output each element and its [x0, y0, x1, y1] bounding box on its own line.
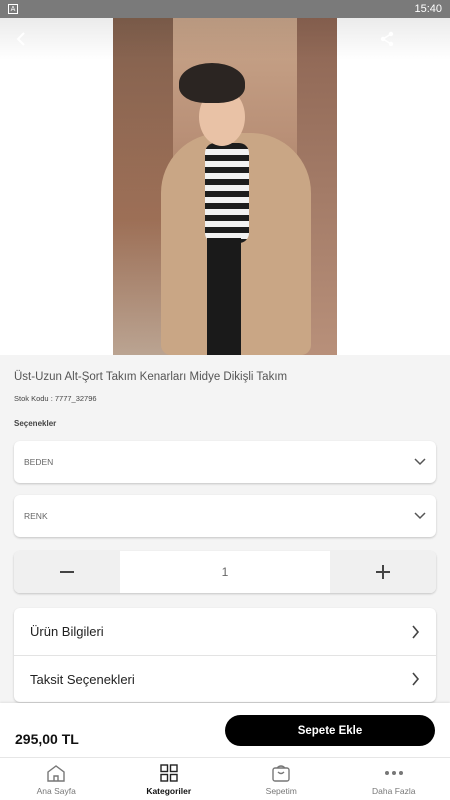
back-button[interactable]: [6, 24, 36, 54]
tab-cart[interactable]: Sepetim: [225, 758, 338, 800]
color-select[interactable]: RENK: [14, 495, 436, 537]
chevron-down-icon: [414, 458, 426, 466]
chevron-left-icon: [16, 32, 25, 46]
plus-icon: [376, 565, 390, 579]
tab-cart-label: Sepetim: [265, 786, 297, 796]
basket-icon: [271, 763, 291, 783]
tab-categories-label: Kategoriler: [146, 786, 192, 796]
product-info-row[interactable]: Ürün Bilgileri: [14, 608, 436, 655]
status-time: 15:40: [414, 3, 442, 15]
color-select-label: RENK: [24, 511, 48, 521]
chevron-right-icon: [412, 672, 420, 686]
quantity-value[interactable]: 1: [120, 551, 330, 593]
purchase-bar: 295,00 TL Sepete Ekle: [0, 703, 450, 757]
app-badge-icon: A: [8, 4, 18, 14]
tab-home[interactable]: Ana Sayfa: [0, 758, 113, 800]
chevron-down-icon: [414, 512, 426, 520]
installment-options-row[interactable]: Taksit Seçenekleri: [14, 655, 436, 702]
share-button[interactable]: [372, 24, 402, 54]
home-icon: [46, 763, 66, 783]
tab-more[interactable]: Daha Fazla: [338, 758, 450, 800]
tab-categories[interactable]: Kategoriler: [113, 758, 226, 800]
status-bar: A 15:40: [0, 0, 450, 18]
product-title: Üst-Uzun Alt-Şort Takım Kenarları Midye …: [14, 371, 288, 383]
grid-icon: [160, 763, 178, 783]
chevron-right-icon: [412, 624, 420, 639]
size-select-label: BEDEN: [24, 457, 54, 467]
stock-code: Stok Kodu : 7777_32796: [14, 394, 97, 403]
product-photo[interactable]: [113, 18, 337, 355]
quantity-stepper: 1: [14, 551, 436, 593]
minus-icon: [60, 571, 74, 573]
decrease-quantity-button[interactable]: [14, 551, 120, 593]
tab-home-label: Ana Sayfa: [36, 786, 76, 796]
size-select[interactable]: BEDEN: [14, 441, 436, 483]
price: 295,00 TL: [15, 731, 79, 747]
bottom-tab-bar: Ana Sayfa Kategoriler Sepetim Daha Fazla: [0, 757, 450, 800]
installment-options-label: Taksit Seçenekleri: [30, 671, 135, 687]
share-icon: [380, 31, 394, 47]
image-top-bar: [0, 18, 450, 60]
options-label: Seçenekler: [14, 419, 57, 428]
tab-more-label: Daha Fazla: [372, 786, 416, 796]
add-to-cart-button[interactable]: Sepete Ekle: [225, 715, 435, 746]
product-info-label: Ürün Bilgileri: [30, 624, 104, 639]
increase-quantity-button[interactable]: [330, 551, 436, 593]
more-icon: [384, 763, 404, 783]
product-image-area: [0, 18, 450, 355]
info-accordion: Ürün Bilgileri Taksit Seçenekleri: [14, 608, 436, 702]
